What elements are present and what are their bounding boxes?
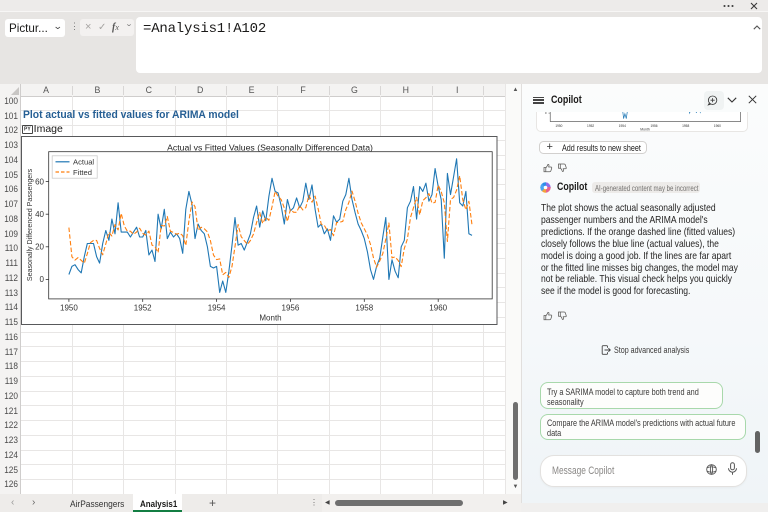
- svg-text:Seasonally Differenced Passeng: Seasonally Differenced Passengers: [26, 168, 34, 281]
- svg-text:40: 40: [35, 210, 44, 219]
- svg-text:1954: 1954: [619, 124, 626, 128]
- svg-text:1956: 1956: [650, 124, 657, 128]
- svg-text:Fitted: Fitted: [73, 168, 92, 177]
- svg-text:1956: 1956: [281, 304, 299, 313]
- svg-text:1954: 1954: [207, 304, 225, 313]
- svg-text:1950: 1950: [60, 304, 78, 313]
- svg-text:1952: 1952: [133, 304, 151, 313]
- svg-text:1958: 1958: [682, 124, 689, 128]
- svg-text:1950: 1950: [555, 124, 562, 128]
- svg-text:Month: Month: [259, 314, 281, 323]
- svg-text:1960: 1960: [429, 304, 447, 313]
- svg-text:1952: 1952: [587, 124, 594, 128]
- svg-text:60: 60: [35, 177, 44, 186]
- svg-text:0: 0: [545, 111, 547, 115]
- svg-text:20: 20: [35, 243, 44, 252]
- svg-text:0: 0: [39, 275, 44, 284]
- svg-text:Actual: Actual: [73, 158, 94, 167]
- svg-text:Month: Month: [640, 128, 650, 132]
- svg-text:1958: 1958: [355, 304, 373, 313]
- svg-text:1960: 1960: [714, 124, 721, 128]
- svg-text:Actual vs Fitted Values (Seaso: Actual vs Fitted Values (Seasonally Diff…: [167, 143, 373, 153]
